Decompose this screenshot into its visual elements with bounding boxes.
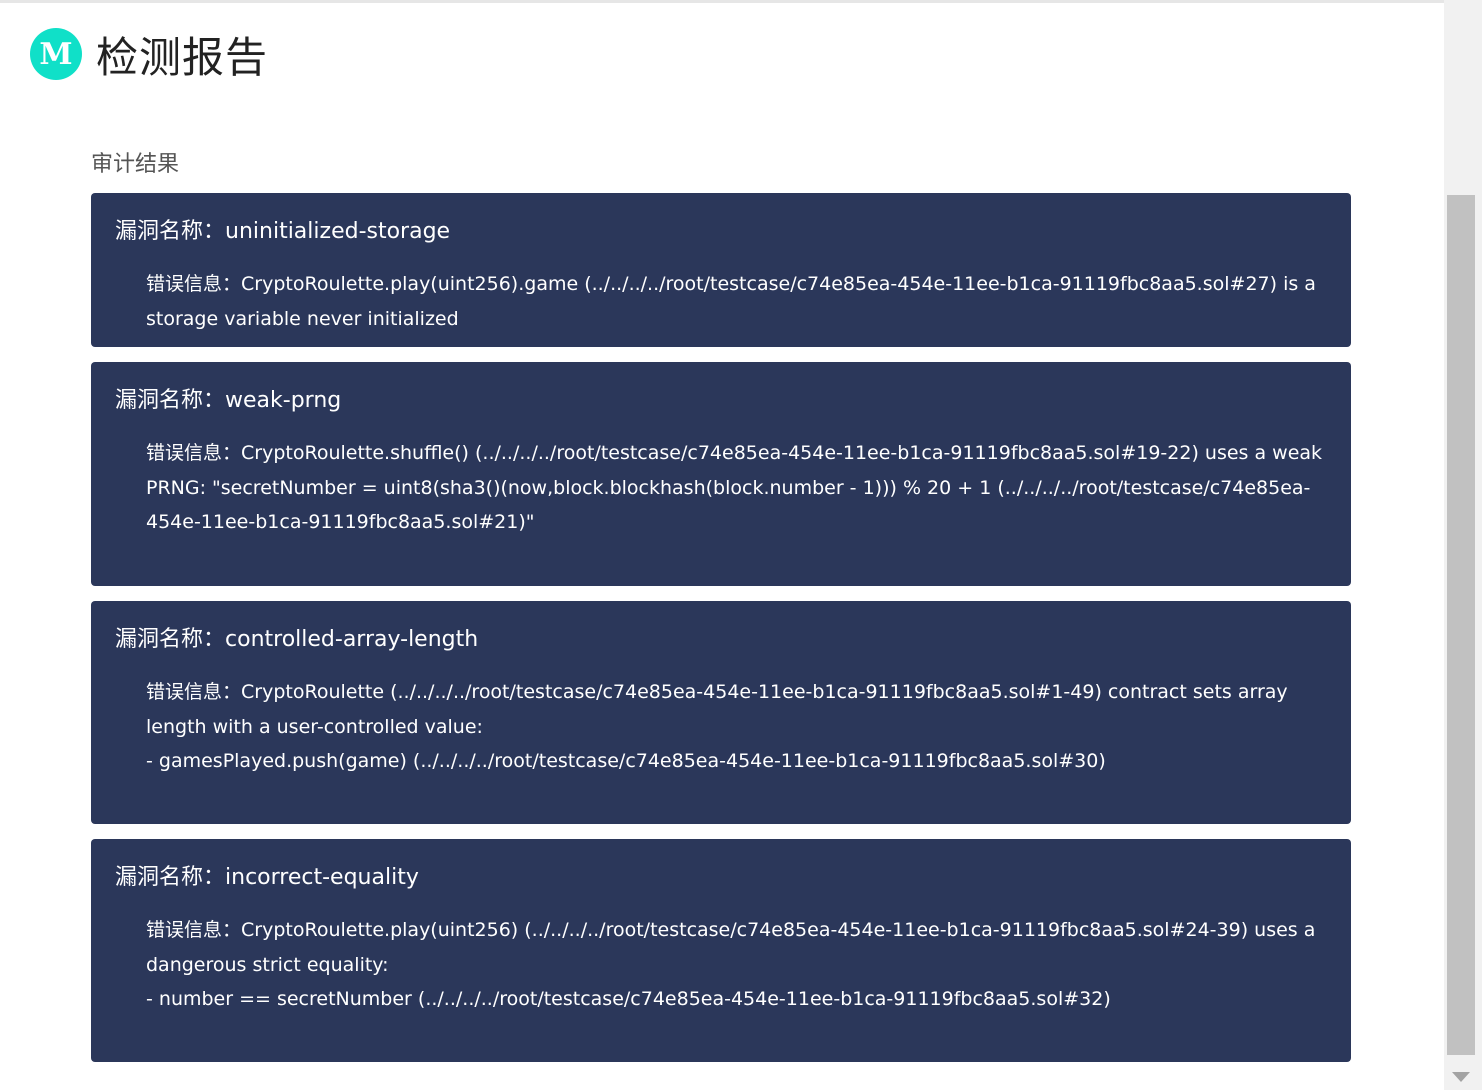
error-message: 错误信息：CryptoRoulette.shuffle() (../../../… (115, 436, 1327, 540)
vulnerability-list: 漏洞名称：uninitialized-storage 错误信息：CryptoRo… (91, 193, 1351, 1077)
error-message-value: CryptoRoulette.play(uint256) (../../../.… (146, 919, 1316, 1010)
vulnerability-name-value: controlled-array-length (225, 627, 479, 652)
vulnerability-name: 漏洞名称：weak-prng (115, 382, 1327, 414)
vulnerability-card: 漏洞名称：uninitialized-storage 错误信息：CryptoRo… (91, 193, 1351, 347)
vulnerability-name-value: weak-prng (225, 388, 342, 413)
scrollbar-thumb[interactable] (1447, 195, 1475, 1055)
vulnerability-card: 漏洞名称：controlled-array-length 错误信息：Crypto… (91, 601, 1351, 824)
vulnerability-card: 漏洞名称：weak-prng 错误信息：CryptoRoulette.shuff… (91, 362, 1351, 586)
error-message: 错误信息：CryptoRoulette.play(uint256).game (… (115, 267, 1327, 336)
error-message-label: 错误信息： (146, 919, 242, 941)
error-message-label: 错误信息： (146, 273, 242, 295)
error-message-label: 错误信息： (146, 681, 242, 703)
vulnerability-name: 漏洞名称：uninitialized-storage (115, 213, 1327, 245)
vulnerability-name-value: incorrect-equality (225, 865, 419, 890)
error-message: 错误信息：CryptoRoulette.play(uint256) (../..… (115, 913, 1327, 1017)
error-message-label: 错误信息： (146, 442, 242, 464)
error-message: 错误信息：CryptoRoulette (../../../../root/te… (115, 675, 1327, 779)
vulnerability-name: 漏洞名称：incorrect-equality (115, 859, 1327, 891)
error-message-value: CryptoRoulette.shuffle() (../../../../ro… (146, 442, 1323, 533)
logo-icon: M (30, 28, 82, 80)
vertical-scrollbar[interactable] (1444, 0, 1482, 1090)
vulnerability-name-label: 漏洞名称： (115, 865, 226, 890)
top-border (0, 0, 1444, 3)
error-message-value: CryptoRoulette (../../../../root/testcas… (146, 681, 1288, 772)
vulnerability-name-label: 漏洞名称： (115, 627, 226, 652)
page-title: 检测报告 (96, 32, 269, 82)
scroll-down-arrow-icon[interactable] (1452, 1072, 1470, 1082)
vulnerability-name: 漏洞名称：controlled-array-length (115, 621, 1327, 653)
vulnerability-name-value: uninitialized-storage (225, 219, 451, 244)
page-header: M 检测报告 (30, 22, 268, 86)
vulnerability-name-label: 漏洞名称： (115, 219, 226, 244)
error-message-value: CryptoRoulette.play(uint256).game (../..… (146, 273, 1316, 330)
vulnerability-card: 漏洞名称：incorrect-equality 错误信息：CryptoRoule… (91, 839, 1351, 1062)
section-title: 审计结果 (91, 152, 180, 177)
vulnerability-name-label: 漏洞名称： (115, 388, 226, 413)
